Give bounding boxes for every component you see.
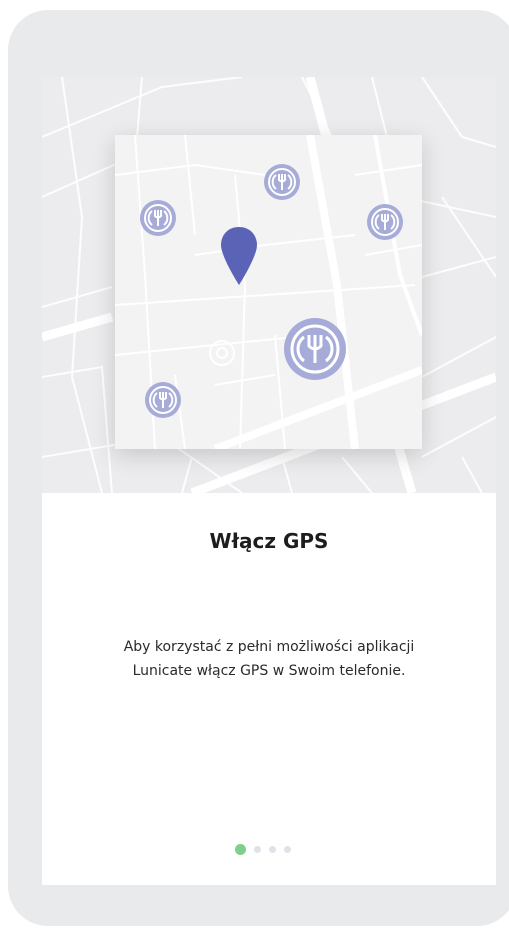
description-line: Aby korzystać z pełni możliwości aplikac… <box>123 639 415 655</box>
map-card <box>115 135 422 449</box>
description-line: Lunicate włącz GPS w Swoim telefonie. <box>132 663 406 679</box>
map-pin-icon <box>221 227 257 285</box>
page-indicator <box>235 843 291 855</box>
page-dot[interactable] <box>254 845 261 853</box>
restaurant-marker-icon <box>140 200 176 236</box>
phone-frame: Włącz GPS Aby korzystać z pełni możliwoś… <box>8 10 509 926</box>
restaurant-marker-icon <box>145 382 181 418</box>
onboarding-screen: Włącz GPS Aby korzystać z pełni możliwoś… <box>42 77 496 885</box>
onboarding-description: Aby korzystać z pełni możliwości aplikac… <box>62 635 476 683</box>
restaurant-marker-icon <box>264 164 300 200</box>
onboarding-title: Włącz GPS <box>209 529 329 553</box>
page-dot-active[interactable] <box>235 843 246 855</box>
restaurant-marker-icon <box>367 204 403 240</box>
page-dot[interactable] <box>269 845 276 853</box>
restaurant-marker-large-icon <box>284 318 346 380</box>
map-illustration <box>42 77 496 493</box>
page-dot[interactable] <box>284 845 291 853</box>
